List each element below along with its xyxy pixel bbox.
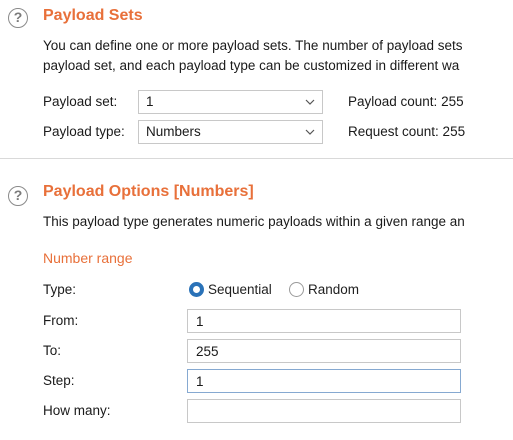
payload-options-help-icon[interactable]: ?: [8, 186, 28, 206]
payload-options-title: Payload Options [Numbers]: [43, 183, 254, 200]
to-input[interactable]: [187, 339, 461, 363]
section-divider: [0, 158, 513, 159]
random-radio[interactable]: Random: [289, 281, 369, 299]
request-count-label: Request count: 255: [348, 124, 466, 139]
payload-type-value: Numbers: [146, 124, 201, 139]
payload-set-value: 1: [146, 94, 154, 109]
radio-unselected-icon: [289, 282, 304, 297]
payload-options-description: This payload type generates numeric payl…: [43, 214, 465, 229]
payload-sets-help-icon[interactable]: ?: [8, 8, 28, 28]
payload-set-dropdown[interactable]: 1: [138, 90, 323, 114]
sequential-radio-label: Sequential: [208, 282, 272, 297]
to-label: To:: [43, 343, 62, 358]
from-label: From:: [43, 313, 79, 328]
how-many-input[interactable]: [187, 399, 461, 423]
payload-count-label: Payload count: 255: [348, 94, 464, 109]
step-label: Step:: [43, 373, 75, 388]
number-range-heading: Number range: [43, 250, 133, 266]
payload-sets-description-line2: payload set, and each payload type can b…: [43, 58, 460, 73]
range-type-label: Type:: [43, 282, 77, 297]
chevron-down-icon: [305, 129, 315, 135]
payload-type-label: Payload type:: [43, 124, 125, 139]
payload-type-dropdown[interactable]: Numbers: [138, 120, 323, 144]
payload-sets-description-line1: You can define one or more payload sets.…: [43, 38, 463, 53]
radio-selected-icon: [189, 282, 204, 297]
from-input[interactable]: [187, 309, 461, 333]
how-many-label: How many:: [43, 403, 111, 418]
payload-set-label: Payload set:: [43, 94, 118, 109]
step-input[interactable]: [187, 369, 461, 393]
chevron-down-icon: [305, 99, 315, 105]
random-radio-label: Random: [308, 282, 360, 297]
payload-sets-title: Payload Sets: [43, 7, 143, 24]
sequential-radio[interactable]: Sequential: [189, 281, 284, 299]
